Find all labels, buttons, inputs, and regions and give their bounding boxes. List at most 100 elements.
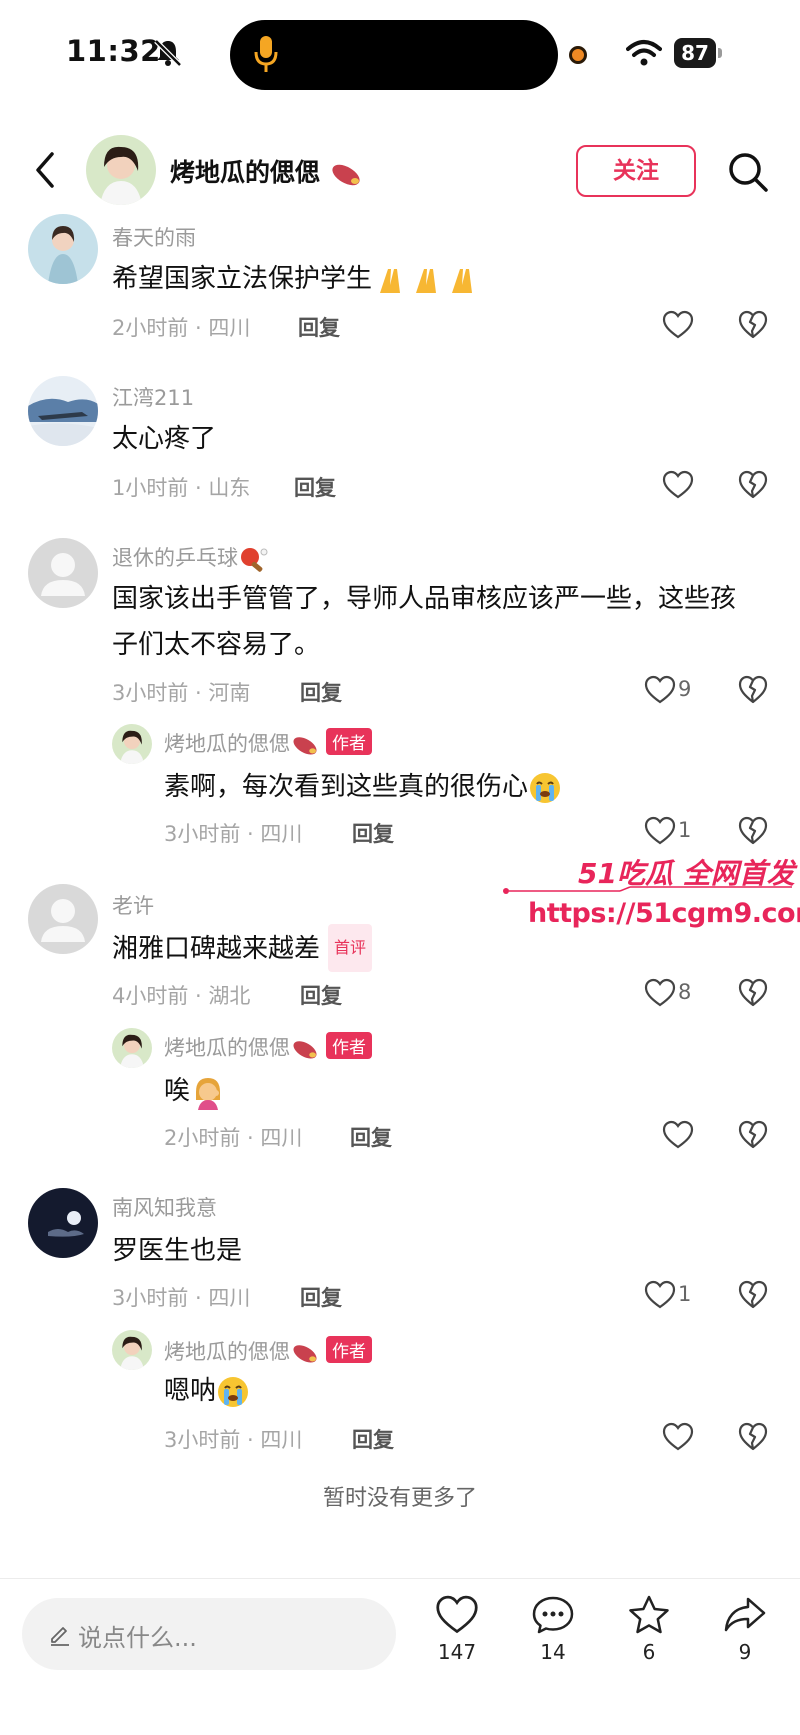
reply-author-name[interactable]: 烤地瓜的偲偲 作者 — [164, 1032, 372, 1062]
like-total: 147 — [437, 1640, 477, 1664]
commenter-avatar[interactable] — [28, 376, 98, 446]
status-bar: 11:32 87 — [0, 0, 800, 100]
bottom-divider — [0, 1578, 800, 1579]
commenter-avatar[interactable] — [28, 214, 98, 284]
comment-text: 罗医生也是 — [112, 1236, 243, 1266]
star-icon — [629, 1595, 669, 1634]
commenter-name[interactable]: 老许 — [112, 890, 154, 920]
heart-icon[interactable] — [644, 1280, 676, 1310]
reply-author-avatar[interactable] — [112, 724, 152, 764]
heart-icon[interactable] — [662, 1120, 694, 1150]
dislike-icon[interactable] — [738, 1422, 768, 1452]
favorite-action[interactable]: 6 — [614, 1594, 684, 1664]
commenter-name[interactable]: 江湾211 — [112, 382, 194, 412]
dislike-icon[interactable] — [738, 470, 768, 500]
author-badge: 作者 — [326, 1032, 372, 1059]
heart-icon[interactable] — [662, 470, 694, 500]
commenter-name[interactable]: 退休的乒乓球 — [112, 542, 268, 572]
status-time: 11:32 — [66, 34, 161, 68]
like-count: 1 — [678, 1282, 692, 1306]
reply-author-name[interactable]: 烤地瓜的偲偲 作者 — [164, 1336, 372, 1366]
commenter-avatar[interactable] — [28, 1188, 98, 1258]
battery-indicator: 87 — [674, 38, 722, 68]
comment-text: 国家该出手管管了，导师人品审核应该严一些，这些孩 子们太不容易了。 — [112, 584, 737, 660]
heart-icon — [436, 1595, 478, 1634]
commenter-avatar[interactable] — [28, 538, 98, 608]
reply-button[interactable]: 回复 — [294, 472, 336, 502]
author-name[interactable]: 烤地瓜的偲偲 — [170, 153, 363, 189]
watermark-url: https://51cgm9.com — [528, 898, 800, 929]
reply-button[interactable]: 回复 — [352, 1424, 394, 1454]
reply-author-avatar[interactable] — [112, 1028, 152, 1068]
comment-text: 湘雅口碑越来越差 首评 — [112, 924, 373, 972]
follow-button[interactable]: 关注 — [576, 145, 696, 197]
crying-face-emoji-icon — [530, 772, 561, 803]
reply-text: 素啊，每次看到这些真的很伤心 — [164, 764, 562, 810]
dislike-icon[interactable] — [738, 1120, 768, 1150]
author-avatar[interactable] — [86, 135, 156, 205]
like-count: 8 — [678, 980, 692, 1004]
dislike-icon[interactable] — [738, 1280, 768, 1310]
share-total: 9 — [738, 1640, 752, 1664]
like-count: 9 — [678, 677, 692, 701]
dislike-icon[interactable] — [738, 675, 768, 705]
reply-button[interactable]: 回复 — [350, 1122, 392, 1152]
share-action[interactable]: 9 — [710, 1594, 780, 1664]
comment-total: 14 — [540, 1640, 566, 1664]
favorite-total: 6 — [642, 1640, 656, 1664]
reply-button[interactable]: 回复 — [300, 1282, 342, 1312]
reply-text: 唉 — [164, 1068, 226, 1114]
heart-icon[interactable] — [644, 978, 676, 1008]
header: 烤地瓜的偲偲 关注 — [0, 120, 800, 220]
dislike-icon[interactable] — [738, 310, 768, 340]
comment-meta: 2小时前 · 四川 — [112, 316, 251, 340]
reply-text: 嗯呐 — [164, 1368, 250, 1414]
reply-button[interactable]: 回复 — [300, 677, 342, 707]
commenter-name[interactable]: 南风知我意 — [112, 1192, 217, 1222]
back-icon[interactable] — [30, 150, 62, 190]
reply-meta: 3小时前 · 四川 — [164, 822, 303, 846]
heart-icon[interactable] — [662, 310, 694, 340]
comment-text: 希望国家立法保护学生 — [112, 256, 480, 302]
reply-meta: 3小时前 · 四川 — [164, 1428, 303, 1452]
comment-meta: 3小时前 · 四川 — [112, 1286, 251, 1310]
recording-indicator — [569, 46, 587, 64]
dynamic-island — [230, 20, 558, 90]
reply-button[interactable]: 回复 — [298, 312, 340, 342]
bell-muted-icon — [154, 39, 182, 67]
heart-icon[interactable] — [644, 816, 676, 846]
comment-meta: 1小时前 · 山东 — [112, 476, 251, 500]
reply-author-avatar[interactable] — [112, 1330, 152, 1370]
watermark-line — [503, 886, 792, 894]
author-badge: 作者 — [326, 1336, 372, 1363]
ping-pong-emoji-icon — [241, 548, 268, 572]
praying-hands-emoji-icon — [380, 268, 473, 293]
comment-input-placeholder: 说点什么... — [78, 1624, 197, 1652]
heart-icon[interactable] — [662, 1422, 694, 1452]
like-count: 1 — [678, 818, 692, 842]
crying-face-emoji-icon — [218, 1376, 249, 1407]
commenter-name[interactable]: 春天的雨 — [112, 222, 196, 252]
no-more-comments: 暂时没有更多了 — [322, 1486, 477, 1511]
search-icon[interactable] — [726, 150, 770, 194]
sweet-potato-icon — [332, 164, 360, 186]
commenter-avatar[interactable] — [28, 884, 98, 954]
reply-meta: 2小时前 · 四川 — [164, 1126, 303, 1150]
comment-meta: 4小时前 · 湖北 — [112, 984, 251, 1008]
reply-button[interactable]: 回复 — [300, 980, 342, 1010]
wifi-icon — [626, 40, 662, 66]
comment-action[interactable]: 14 — [518, 1594, 588, 1664]
reply-button[interactable]: 回复 — [352, 818, 394, 848]
author-badge: 作者 — [326, 728, 372, 755]
sweet-potato-icon — [293, 1345, 317, 1363]
dislike-icon[interactable] — [738, 816, 768, 846]
pen-icon — [51, 1627, 69, 1646]
share-icon — [724, 1597, 766, 1632]
dislike-icon[interactable] — [738, 978, 768, 1008]
comment-text: 太心疼了 — [112, 424, 217, 454]
like-action[interactable]: 147 — [422, 1594, 492, 1664]
reply-author-name[interactable]: 烤地瓜的偲偲 作者 — [164, 728, 372, 758]
comment-input[interactable]: 说点什么... — [22, 1598, 396, 1670]
facepalm-emoji-icon — [196, 1077, 221, 1110]
heart-icon[interactable] — [644, 675, 676, 705]
